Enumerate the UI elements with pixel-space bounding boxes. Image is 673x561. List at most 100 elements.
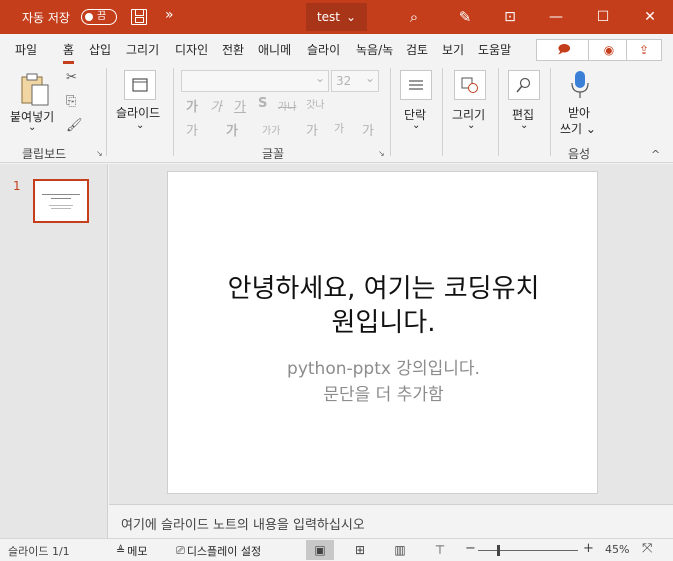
- highlight-icon[interactable]: 가: [226, 120, 238, 139]
- close-button[interactable]: ✕: [627, 0, 673, 34]
- slideshow-icon: ⊤: [434, 543, 446, 557]
- search-icon[interactable]: ⌕: [403, 6, 425, 28]
- slide-thumbnail-pane: 1: [0, 164, 108, 538]
- slide-subtitle-line1: python-pptx 강의입니다.: [287, 359, 480, 379]
- notes-pane[interactable]: 여기에 슬라이드 노트의 내용을 입력하십시오: [109, 504, 673, 538]
- fit-to-window-icon[interactable]: ⤧: [642, 541, 652, 556]
- clear-formatting-icon[interactable]: 가: [362, 120, 374, 139]
- save-icon[interactable]: [131, 9, 147, 25]
- ribbon-display-options-icon[interactable]: ⊡: [487, 0, 533, 34]
- tab-file[interactable]: 파일: [15, 41, 37, 58]
- font-launcher-icon[interactable]: ↘: [378, 149, 385, 158]
- microphone-icon: [571, 71, 589, 98]
- new-slide-icon: [124, 70, 156, 100]
- editing-button[interactable]: 편집 ⌄: [504, 68, 544, 138]
- paste-button[interactable]: 붙여넣기 ⌄: [8, 70, 60, 136]
- strikethrough-icon[interactable]: 가나: [278, 98, 296, 113]
- tab-animations[interactable]: 애니메: [258, 41, 291, 58]
- slide-title-line2: 원입니다.: [331, 308, 436, 338]
- tab-view[interactable]: 보기: [442, 41, 464, 58]
- group-divider: [173, 68, 174, 156]
- tab-transitions[interactable]: 전환: [222, 41, 244, 58]
- slide-canvas[interactable]: 안녕하세요, 여기는 코딩유치 원입니다. python-pptx 강의입니다.…: [167, 171, 598, 494]
- record-button[interactable]: ◉: [588, 39, 630, 61]
- new-slide-button[interactable]: 슬라이드 ⌄: [112, 68, 168, 138]
- ribbon: 붙여넣기 ⌄ ✂ ⎘ 🖌 클립보드 ↘ 슬라이드 ⌄ 32 가 가 가 S 가나…: [0, 64, 673, 163]
- slide-thumbnail[interactable]: [33, 179, 89, 223]
- tab-review[interactable]: 검토: [406, 41, 428, 58]
- reading-view-button[interactable]: ▥: [386, 540, 414, 560]
- group-divider: [106, 68, 107, 156]
- slide-sorter-view-button[interactable]: ⊞: [346, 540, 374, 560]
- shrink-font-icon[interactable]: 가: [334, 120, 344, 136]
- zoom-slider-track[interactable]: [478, 550, 578, 551]
- paste-chevron-icon: ⌄: [28, 122, 37, 133]
- reading-view-icon: ▥: [394, 543, 406, 557]
- format-painter-icon[interactable]: 🖌: [66, 118, 83, 133]
- font-name-input[interactable]: [181, 70, 329, 92]
- group-divider: [550, 68, 551, 156]
- minimize-button[interactable]: —: [533, 0, 579, 34]
- zoom-slider-thumb[interactable]: [497, 545, 500, 556]
- zoom-level[interactable]: 45%: [605, 543, 629, 556]
- tab-home[interactable]: 홈: [63, 41, 75, 64]
- tab-insert[interactable]: 삽입: [89, 41, 111, 58]
- tab-design[interactable]: 디자인: [175, 41, 208, 58]
- italic-icon[interactable]: 가: [210, 96, 222, 115]
- slideshow-view-button[interactable]: ⊤: [426, 540, 454, 560]
- collapse-ribbon-icon[interactable]: ^: [651, 148, 660, 161]
- paragraph-chevron-icon: ⌄: [412, 120, 421, 131]
- clipboard-group-label: 클립보드: [22, 147, 67, 161]
- record-icon: ◉: [603, 43, 615, 57]
- grow-font-icon[interactable]: 가: [306, 120, 318, 139]
- change-case-icon[interactable]: 가가: [262, 122, 280, 137]
- underline-icon[interactable]: 가: [234, 96, 246, 115]
- cut-icon[interactable]: ✂: [66, 70, 77, 85]
- copy-icon[interactable]: ⎘: [66, 94, 76, 109]
- normal-view-button[interactable]: ▣: [306, 540, 334, 560]
- document-title-button[interactable]: test ⌄: [306, 3, 367, 31]
- paragraph-icon: [400, 70, 432, 100]
- notes-toggle-label: 메모: [127, 544, 148, 558]
- slide-title[interactable]: 안녕하세요, 여기는 코딩유치 원입니다.: [168, 272, 599, 340]
- slide-title-line1: 안녕하세요, 여기는 코딩유치: [227, 274, 540, 304]
- display-icon: ⎚: [176, 543, 185, 557]
- shadow-icon[interactable]: S: [258, 96, 267, 111]
- comment-icon: 🗩: [557, 41, 571, 56]
- editing-chevron-icon: ⌄: [520, 120, 529, 131]
- comments-button[interactable]: 🗩: [536, 39, 592, 61]
- zoom-out-button[interactable]: −: [465, 541, 476, 556]
- clipboard-launcher-icon[interactable]: ↘: [96, 149, 103, 158]
- quick-access-more-icon[interactable]: »: [165, 7, 174, 23]
- dictate-label-line1: 받아: [568, 106, 591, 120]
- dictate-label-line2: 쓰기 ⌄: [560, 122, 596, 136]
- font-size-value: 32: [336, 74, 352, 88]
- zoom-in-button[interactable]: +: [583, 541, 594, 556]
- shapes-icon: [454, 70, 486, 100]
- display-settings-button[interactable]: ⎚ 디스플레이 설정: [176, 542, 261, 559]
- tab-record[interactable]: 녹음/녹: [356, 41, 401, 58]
- pen-icon[interactable]: ✎: [454, 6, 476, 28]
- notes-toggle-button[interactable]: ≜ 메모: [116, 542, 147, 559]
- thumbnail-title-line: [51, 198, 71, 199]
- autosave-toggle[interactable]: 끔: [81, 9, 117, 25]
- font-color-icon[interactable]: 가: [186, 120, 198, 139]
- maximize-button[interactable]: ☐: [580, 0, 626, 34]
- paragraph-button[interactable]: 단락 ⌄: [396, 68, 436, 138]
- bold-icon[interactable]: 가: [186, 96, 198, 115]
- font-size-input[interactable]: 32: [331, 70, 379, 92]
- tab-slideshow[interactable]: 슬라이: [307, 41, 340, 58]
- tab-help[interactable]: 도움말: [478, 41, 511, 58]
- find-icon: [508, 70, 540, 100]
- dictate-button[interactable]: 받아 쓰기 ⌄: [556, 68, 604, 140]
- font-group-label: 글꼴: [262, 147, 285, 161]
- drawing-chevron-icon: ⌄: [467, 120, 476, 131]
- share-icon: ⇪: [638, 43, 650, 57]
- tab-draw[interactable]: 그리기: [126, 41, 159, 58]
- character-spacing-icon[interactable]: 갓나: [306, 96, 324, 111]
- share-button[interactable]: ⇪: [626, 39, 662, 61]
- drawing-button[interactable]: 그리기 ⌄: [448, 68, 494, 138]
- new-slide-label: 슬라이드: [116, 106, 161, 120]
- group-divider: [442, 68, 443, 156]
- slide-subtitle[interactable]: python-pptx 강의입니다. 문단을 더 추가함: [168, 356, 599, 408]
